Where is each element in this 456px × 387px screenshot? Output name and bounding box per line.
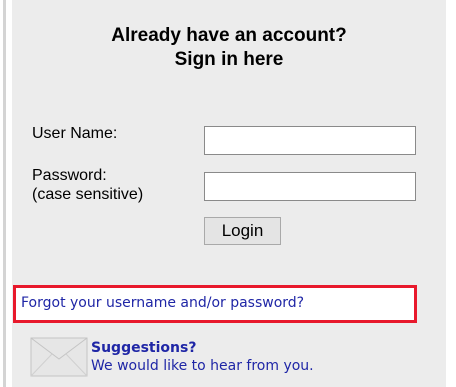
signin-heading-line2: Sign in here xyxy=(174,49,284,70)
envelope-icon[interactable] xyxy=(30,337,88,377)
password-label-hint: (case sensitive) xyxy=(32,186,144,203)
signin-heading-line1: Already have an account? xyxy=(111,25,347,46)
password-label: Password: (case sensitive) xyxy=(32,166,143,204)
password-input[interactable] xyxy=(204,172,416,201)
suggestions-link[interactable]: Suggestions? xyxy=(91,340,196,356)
password-label-line1: Password: xyxy=(32,167,107,184)
suggestions-feedback-link[interactable]: We would like to hear from you. xyxy=(91,358,314,374)
forgot-credentials-highlight: Forgot your username and/or password? xyxy=(13,285,417,323)
login-button[interactable]: Login xyxy=(204,217,281,245)
signin-panel: Already have an account? Sign in here Us… xyxy=(12,0,446,387)
username-label: User Name: xyxy=(32,125,118,142)
forgot-credentials-link[interactable]: Forgot your username and/or password? xyxy=(21,295,304,311)
left-divider xyxy=(3,0,6,387)
signin-heading: Already have an account? Sign in here xyxy=(12,24,446,72)
username-input[interactable] xyxy=(204,126,416,155)
